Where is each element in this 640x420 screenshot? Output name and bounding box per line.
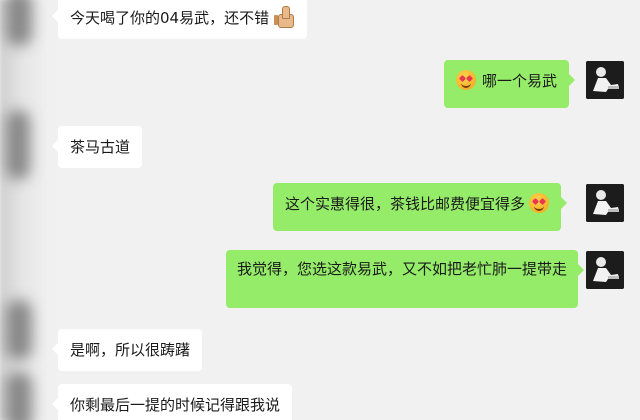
avatar[interactable] [586, 251, 624, 289]
blurred-avatar [6, 0, 32, 46]
outgoing-message[interactable]: 哪一个易武 [444, 60, 576, 108]
avatar[interactable] [586, 184, 624, 222]
outgoing-message[interactable]: 这个实惠得很，茶钱比邮费便宜得多 [273, 183, 568, 231]
incoming-message[interactable]: 茶马古道 [51, 126, 143, 168]
blurred-avatar [6, 372, 32, 420]
blurred-avatar [6, 300, 32, 360]
message-text: 茶马古道 [70, 138, 131, 156]
incoming-message[interactable]: 今天喝了你的04易武，还不错 [51, 0, 308, 39]
message-text: 是啊，所以很踌躇 [70, 341, 191, 359]
message-text: 你剩最后一提的时候记得跟我说 [70, 396, 281, 414]
message-text: 我觉得，您选这款易武，又不如把老忙肺一提带走 [237, 260, 568, 278]
message-text: 这个实惠得很，茶钱比邮费便宜得多 [285, 195, 526, 213]
message-text: 今天喝了你的04易武，还不错 [70, 9, 270, 27]
outgoing-message[interactable]: 我觉得，您选这款易武，又不如把老忙肺一提带走 [226, 250, 584, 308]
heart-eyes-icon [456, 70, 476, 90]
chat-area[interactable]: 今天喝了你的04易武，还不错 哪一个易武 茶马古道 这个实惠得很，茶钱比邮费便宜… [0, 0, 640, 420]
avatar[interactable] [586, 61, 624, 99]
thumbs-up-icon [273, 5, 295, 28]
incoming-message[interactable]: 你剩最后一提的时候记得跟我说 [51, 384, 293, 420]
incoming-message[interactable]: 是啊，所以很踌躇 [51, 329, 203, 371]
message-text: 哪一个易武 [482, 72, 558, 90]
blurred-avatar [6, 110, 30, 180]
heart-eyes-icon [529, 193, 550, 213]
